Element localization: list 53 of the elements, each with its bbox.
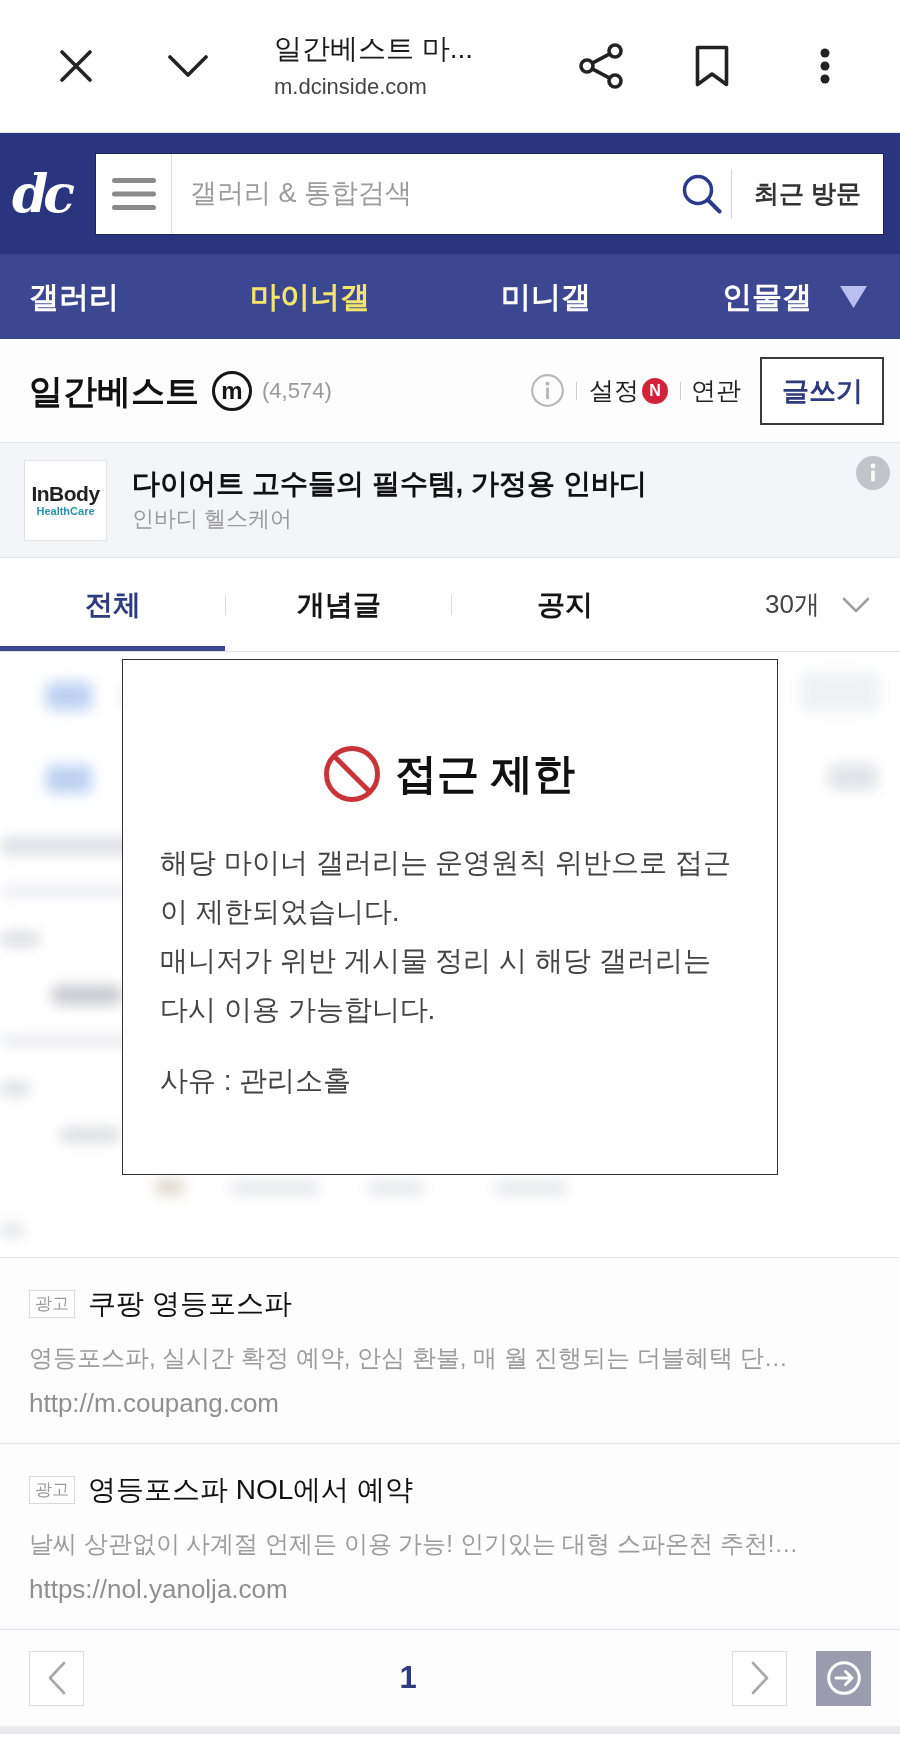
nav-item[interactable]: 마이너갤 (250, 276, 370, 317)
banner-ad[interactable]: InBody HealthCare 다이어트 고수들의 필수템, 가정용 인바디 인바디 헬스케어 (0, 443, 900, 558)
page-size-dropdown[interactable]: 30개 (677, 558, 900, 651)
dialog-title: 접근 제한 (395, 749, 575, 799)
ad-url: http://m.coupang.com (29, 1387, 280, 1420)
settings-link[interactable]: 설정 (589, 374, 639, 407)
new-badge: N (642, 377, 668, 404)
banner-title[interactable]: 다이어트 고수들의 필수템, 가정용 인바디 (132, 466, 647, 502)
arrow-circle-right-icon (826, 1661, 861, 1695)
bookmark-icon (695, 45, 729, 87)
nav-item[interactable]: 갤러리 (29, 276, 119, 317)
tab[interactable]: 공지 (452, 558, 677, 651)
chevron-right-icon (750, 1661, 769, 1695)
chevron-left-icon (47, 1661, 66, 1695)
share-icon (579, 43, 623, 89)
dialog-message: 해당 마이너 갤러리는 운영원칙 위반으로 접근이 제한되었습니다. (160, 846, 732, 929)
search-icon (682, 173, 723, 214)
related-link[interactable]: 연관 (691, 374, 741, 407)
ad-description: 날씨 상관없이 사계절 언제든 이용 가능! 인기있는 대형 스파온천 추천!… (29, 1529, 799, 1559)
more-icon (820, 48, 830, 84)
caret-down-icon (840, 285, 867, 308)
recent-visits-button[interactable]: 최근 방문 (732, 153, 883, 234)
nav-more-button[interactable] (840, 285, 867, 308)
info-icon (856, 456, 890, 490)
page-url: m.dcinside.com (274, 73, 427, 101)
prohibited-icon (324, 746, 381, 802)
chevron-down-icon (842, 596, 870, 613)
restriction-reason: 사유 : 관리소홀 (160, 1064, 352, 1098)
ad-label: 광고 (29, 1290, 75, 1318)
ad-label: 광고 (29, 1476, 75, 1504)
tab[interactable]: 개념글 (226, 558, 451, 651)
nav-item[interactable]: 미니갤 (501, 276, 591, 317)
ad-description: 영등포스파, 실시간 확정 예약, 안심 환불, 매 월 진행되는 더블혜택 단… (29, 1343, 788, 1373)
chevron-down-icon (168, 55, 208, 77)
banner-advertiser: 인바디 헬스케어 (132, 505, 293, 533)
site-logo[interactable]: dc (12, 163, 95, 224)
logo-name: InBody (31, 482, 100, 505)
nav-item[interactable]: 인물갤 (722, 276, 812, 317)
write-button[interactable]: 글쓰기 (760, 356, 884, 425)
gallery-title: 일간베스트 (29, 370, 199, 412)
ad-url: https://nol.yanolja.com (29, 1573, 288, 1606)
ad-title[interactable]: 쿠팡 영등포스파 (88, 1284, 292, 1324)
close-icon (60, 50, 92, 82)
post-count: (4,574) (262, 377, 332, 404)
ad-title[interactable]: 영등포스파 NOL에서 예약 (88, 1470, 414, 1510)
current-page-number: 1 (399, 1659, 417, 1697)
dialog-message: 매니저가 위반 게시물 정리 시 해당 갤러리는 다시 이용 가능합니다. (160, 944, 712, 1027)
gallery-type-badge: m (212, 370, 252, 411)
menu-icon (111, 177, 156, 210)
go-button[interactable] (816, 1650, 871, 1706)
search-bar[interactable]: 갤러리 & 통합검색 최근 방문 (95, 152, 884, 235)
page-title: 일간베스트 마... (274, 32, 474, 66)
logo-tagline: HealthCare (36, 504, 95, 518)
